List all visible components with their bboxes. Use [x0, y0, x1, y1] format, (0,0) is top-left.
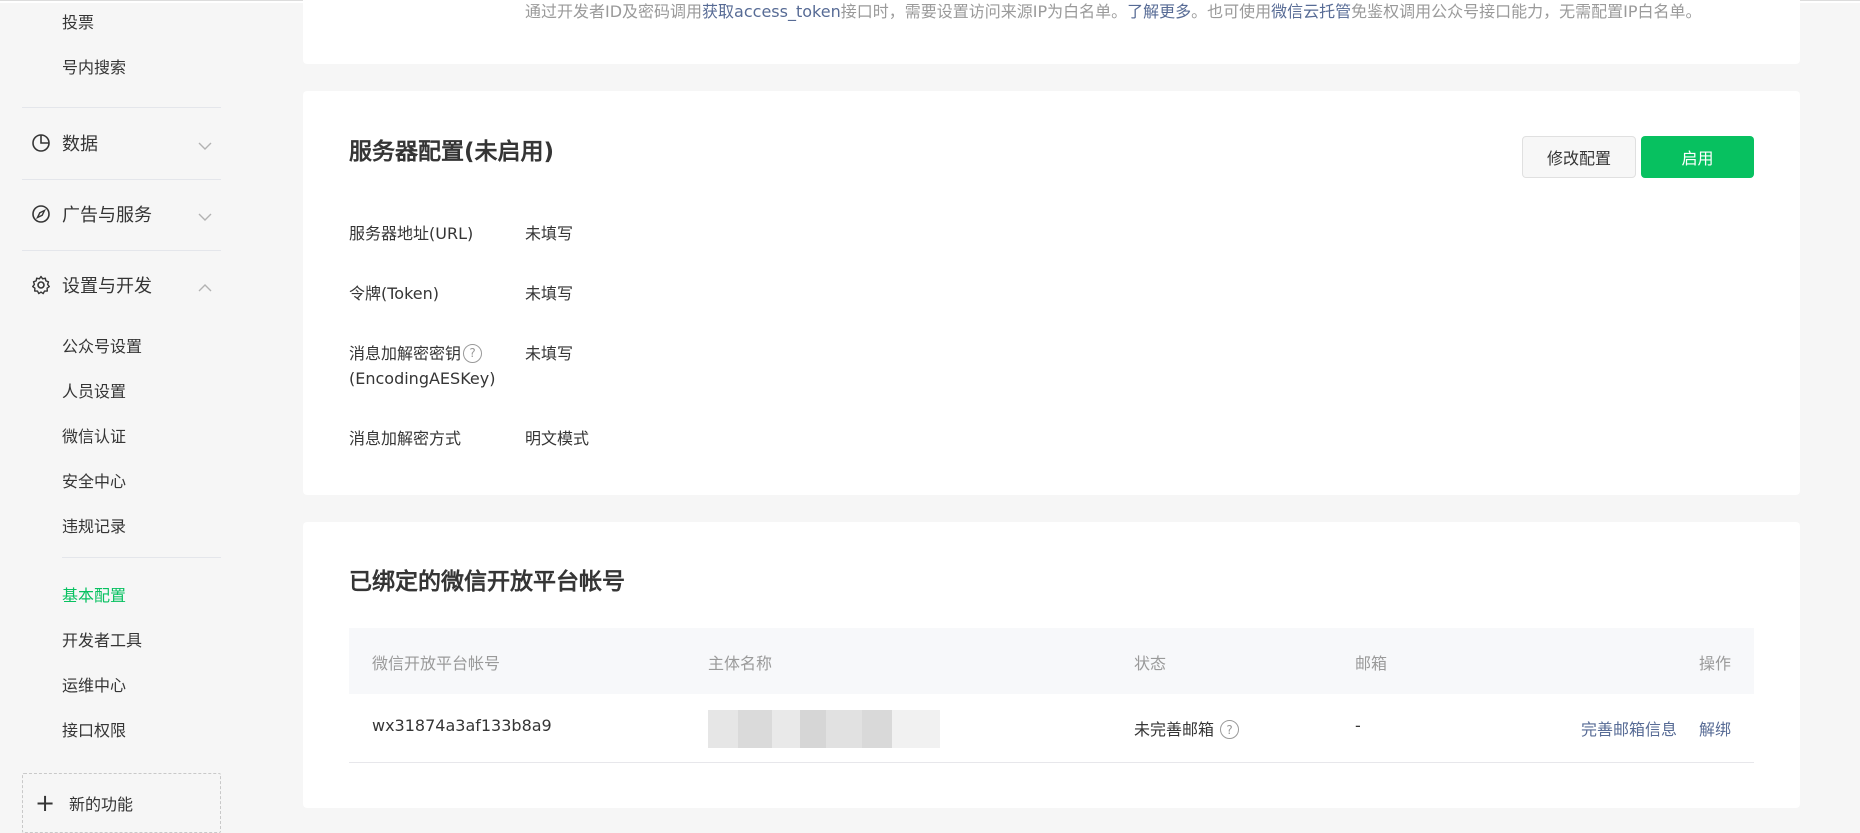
sidebar-item-basic-config[interactable]: 基本配置: [62, 582, 126, 606]
field-label-aes-key-text: 消息加解密密钥: [349, 344, 462, 363]
sidebar-group-label: 广告与服务: [62, 205, 152, 226]
field-label-aes-key: 消息加解密密钥? (EncodingAESKey): [349, 341, 495, 391]
sidebar-item-api-permissions[interactable]: 接口权限: [62, 717, 126, 741]
sidebar-item-staff-settings[interactable]: 人员设置: [62, 378, 126, 402]
account-email: -: [1355, 716, 1361, 735]
plus-icon: +: [35, 789, 56, 817]
help-icon[interactable]: ?: [1220, 720, 1240, 739]
enable-button[interactable]: 启用: [1641, 136, 1754, 178]
field-value-url: 未填写: [525, 224, 574, 243]
sidebar-item-security-center[interactable]: 安全中心: [62, 468, 126, 492]
account-status: 未完善邮箱?: [1134, 716, 1240, 740]
modify-config-button[interactable]: 修改配置: [1522, 136, 1636, 178]
table-row: wx31874a3af133b8a9 未完善邮箱? - 完善邮箱信息 解绑: [349, 694, 1754, 763]
sidebar-divider: [22, 179, 221, 180]
field-value-aes-key: 未填写: [525, 344, 574, 363]
access-token-link[interactable]: 获取access_token: [702, 2, 841, 21]
ip-whitelist-card: 通过开发者ID及密码调用获取access_token接口时，需要设置访问来源IP…: [303, 0, 1800, 64]
note-text: 接口时，需要设置访问来源IP为白名单。: [840, 2, 1128, 21]
field-label-encrypt-mode: 消息加解密方式: [349, 429, 462, 448]
pie-chart-icon: [30, 132, 52, 154]
compass-icon: [30, 203, 52, 225]
complete-email-link[interactable]: 完善邮箱信息: [1581, 720, 1677, 739]
column-header-account: 微信开放平台帐号: [372, 654, 501, 673]
sidebar-group-data[interactable]: 数据: [30, 128, 220, 158]
sidebar-item-account-settings[interactable]: 公众号设置: [62, 333, 142, 357]
help-icon[interactable]: ?: [463, 344, 483, 363]
sidebar-group-label: 设置与开发: [62, 276, 152, 297]
field-label-url: 服务器地址(URL): [349, 224, 474, 243]
bound-accounts-table: 微信开放平台帐号 主体名称 状态 邮箱 操作 wx31874a3af133b8a…: [349, 628, 1754, 763]
sidebar-item-ops-center[interactable]: 运维中心: [62, 672, 126, 696]
chevron-up-icon: [198, 278, 212, 297]
sidebar-item-violations[interactable]: 违规记录: [62, 513, 126, 537]
sidebar-item-dev-tools[interactable]: 开发者工具: [62, 627, 142, 651]
server-config-title: 服务器配置(未启用): [349, 139, 555, 165]
server-config-card: 服务器配置(未启用) 修改配置 启用 服务器地址(URL) 未填写 令牌(Tok…: [303, 91, 1800, 495]
note-text: 。也可使用: [1191, 2, 1272, 21]
sidebar-divider: [22, 250, 221, 251]
column-header-email: 邮箱: [1355, 654, 1388, 673]
column-header-action: 操作: [1698, 654, 1731, 673]
new-feature-label: 新的功能: [69, 795, 134, 814]
note-text: 免鉴权调用公众号接口能力，无需配置IP白名单。: [1351, 2, 1702, 21]
sidebar-item-search[interactable]: 号内搜索: [62, 54, 126, 78]
field-label-aes-key-sub: (EncodingAESKey): [349, 369, 496, 388]
sidebar-divider: [22, 107, 221, 108]
cloud-hosting-link[interactable]: 微信云托管: [1271, 2, 1351, 21]
bound-accounts-title: 已绑定的微信开放平台帐号: [349, 569, 625, 595]
field-value-encrypt-mode: 明文模式: [525, 429, 590, 448]
sidebar-item-wechat-verify[interactable]: 微信认证: [62, 423, 126, 447]
note-text: 通过开发者ID及密码调用: [525, 2, 703, 21]
account-id: wx31874a3af133b8a9: [372, 716, 552, 735]
unbind-link[interactable]: 解绑: [1699, 720, 1731, 739]
sidebar-group-settings[interactable]: 设置与开发: [30, 270, 220, 300]
learn-more-link[interactable]: 了解更多: [1127, 2, 1191, 21]
new-feature-button[interactable]: + 新的功能: [22, 773, 221, 833]
chevron-down-icon: [198, 136, 212, 155]
redacted-entity-name: [708, 710, 940, 748]
sidebar-divider: [62, 557, 221, 558]
column-header-entity: 主体名称: [708, 654, 773, 673]
ip-whitelist-note: 通过开发者ID及密码调用获取access_token接口时，需要设置访问来源IP…: [525, 0, 1702, 22]
column-header-status: 状态: [1134, 654, 1167, 673]
gear-icon: [30, 274, 52, 296]
chevron-down-icon: [198, 207, 212, 226]
field-label-token: 令牌(Token): [349, 284, 440, 303]
sidebar-item-vote[interactable]: 投票: [62, 9, 94, 33]
bound-accounts-card: 已绑定的微信开放平台帐号 微信开放平台帐号 主体名称 状态 邮箱 操作 wx31…: [303, 522, 1800, 808]
sidebar-group-label: 数据: [62, 134, 98, 155]
field-value-token: 未填写: [525, 284, 574, 303]
sidebar-group-ads[interactable]: 广告与服务: [30, 199, 220, 229]
row-actions: 完善邮箱信息 解绑: [1581, 716, 1731, 740]
table-header: 微信开放平台帐号 主体名称 状态 邮箱 操作: [349, 628, 1754, 694]
sidebar: 投票 号内搜索 数据 广告与服务 设置与开发 公众号设置 人员设置 微信认证 安…: [0, 0, 230, 833]
status-text: 未完善邮箱: [1134, 720, 1215, 739]
